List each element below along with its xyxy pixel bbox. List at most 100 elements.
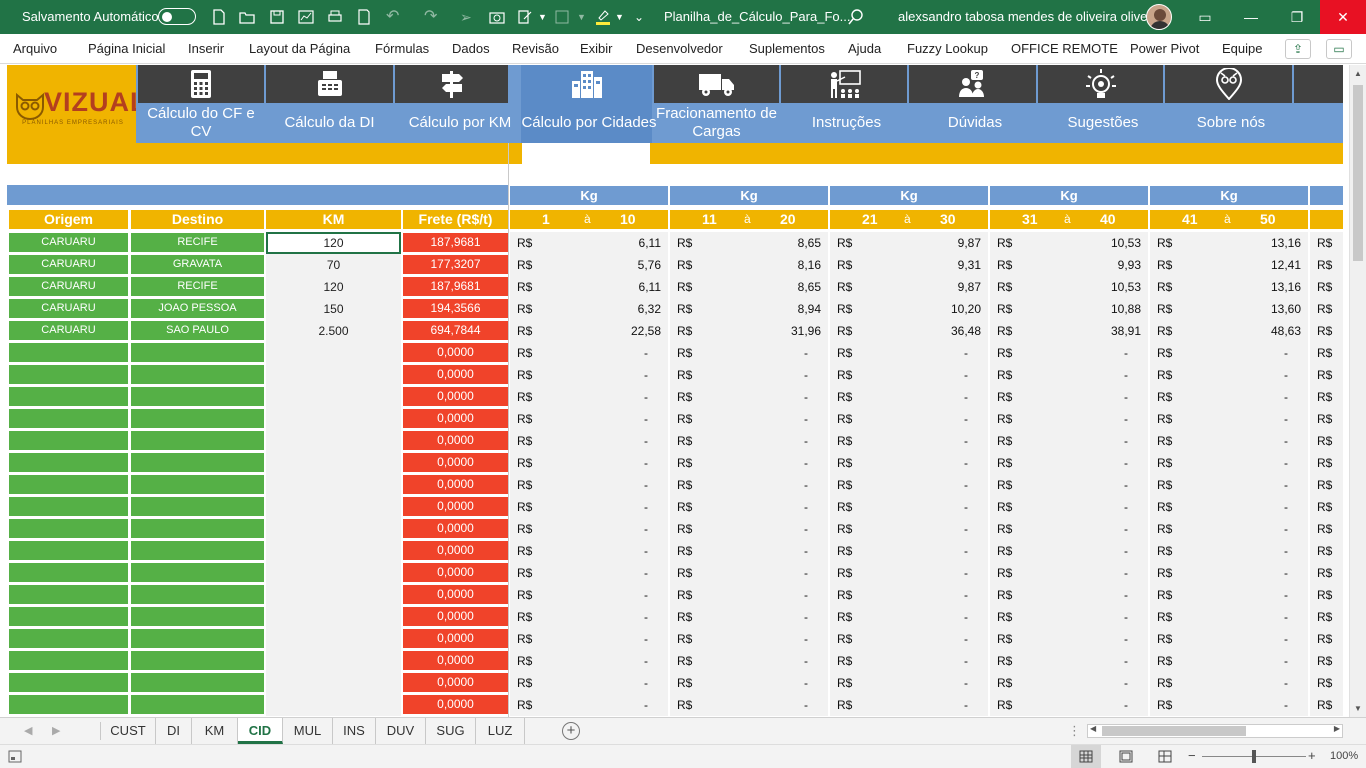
- origem-cell[interactable]: [9, 629, 128, 648]
- destino-cell[interactable]: [131, 453, 264, 472]
- page-layout-icon[interactable]: [1119, 750, 1133, 763]
- price-cell[interactable]: R$ -: [670, 474, 828, 496]
- price-cell[interactable]: R$ -: [830, 540, 988, 562]
- price-cell-partial[interactable]: R$: [1310, 474, 1343, 496]
- price-cell[interactable]: R$ 9,87: [830, 276, 988, 298]
- scroll-up-icon[interactable]: ▲: [1350, 65, 1366, 82]
- origem-cell[interactable]: [9, 519, 128, 538]
- price-cell[interactable]: R$ -: [830, 474, 988, 496]
- autosave-toggle[interactable]: [158, 8, 196, 25]
- nav-more[interactable]: [1294, 65, 1343, 103]
- menu-revisao[interactable]: Revisão: [512, 34, 559, 64]
- price-cell[interactable]: R$ -: [990, 430, 1148, 452]
- zoom-slider-thumb[interactable]: [1252, 750, 1256, 763]
- origem-cell[interactable]: CARUARU: [9, 299, 128, 318]
- origem-cell[interactable]: [9, 695, 128, 714]
- price-cell-partial[interactable]: R$: [1310, 562, 1343, 584]
- dropdown-arrow-icon[interactable]: ▼: [538, 0, 547, 34]
- menu-desenvolvedor[interactable]: Desenvolvedor: [636, 34, 723, 64]
- price-cell[interactable]: R$ -: [990, 584, 1148, 606]
- destino-cell[interactable]: [131, 387, 264, 406]
- avatar[interactable]: [1146, 4, 1172, 30]
- destino-cell[interactable]: [131, 519, 264, 538]
- price-cell[interactable]: R$ -: [1150, 364, 1308, 386]
- price-cell[interactable]: R$ -: [830, 628, 988, 650]
- price-cell[interactable]: R$ -: [670, 650, 828, 672]
- price-cell-partial[interactable]: R$: [1310, 430, 1343, 452]
- frete-cell[interactable]: 0,0000: [403, 409, 508, 428]
- tab-cust[interactable]: CUST: [101, 718, 156, 744]
- destino-cell[interactable]: [131, 585, 264, 604]
- origem-cell[interactable]: [9, 475, 128, 494]
- zoom-in-icon[interactable]: +: [1308, 748, 1316, 763]
- price-cell-partial[interactable]: R$: [1310, 276, 1343, 298]
- price-cell-partial[interactable]: R$: [1310, 694, 1343, 716]
- price-cell-partial[interactable]: R$: [1310, 408, 1343, 430]
- menu-layout-da-pagina[interactable]: Layout da Página: [249, 34, 350, 64]
- frete-cell[interactable]: 0,0000: [403, 365, 508, 384]
- share-icon[interactable]: ⇪: [1285, 39, 1311, 59]
- menu-exibir[interactable]: Exibir: [580, 34, 613, 64]
- redo-icon[interactable]: ↷: [424, 0, 437, 34]
- frete-cell[interactable]: 0,0000: [403, 431, 508, 450]
- splitter-icon[interactable]: ⋮: [1068, 718, 1081, 744]
- price-cell[interactable]: R$ 12,41: [1150, 254, 1308, 276]
- price-cell[interactable]: R$ 5,76: [510, 254, 668, 276]
- price-cell[interactable]: R$ 10,20: [830, 298, 988, 320]
- origem-cell[interactable]: [9, 387, 128, 406]
- origem-cell[interactable]: [9, 607, 128, 626]
- price-cell[interactable]: R$ -: [830, 452, 988, 474]
- form-icon[interactable]: [516, 8, 534, 26]
- price-cell[interactable]: R$ -: [1150, 540, 1308, 562]
- new-file-icon[interactable]: [210, 8, 228, 26]
- menu-inserir[interactable]: Inserir: [188, 34, 224, 64]
- price-cell[interactable]: R$ -: [670, 342, 828, 364]
- price-cell[interactable]: R$ -: [1150, 430, 1308, 452]
- highlight-icon[interactable]: [594, 8, 612, 26]
- open-folder-icon[interactable]: [238, 8, 256, 26]
- destino-cell[interactable]: [131, 431, 264, 450]
- origem-cell[interactable]: [9, 585, 128, 604]
- tab-cid[interactable]: CID: [238, 718, 283, 744]
- price-cell[interactable]: R$ -: [670, 584, 828, 606]
- price-cell[interactable]: R$ -: [830, 584, 988, 606]
- km-cell[interactable]: 150: [266, 298, 401, 320]
- camera-icon[interactable]: [488, 8, 506, 26]
- destino-cell[interactable]: [131, 607, 264, 626]
- price-cell-partial[interactable]: R$: [1310, 320, 1343, 342]
- price-cell[interactable]: R$ 38,91: [990, 320, 1148, 342]
- page-break-icon[interactable]: [1158, 750, 1172, 763]
- frete-cell[interactable]: 0,0000: [403, 607, 508, 626]
- origem-cell[interactable]: [9, 651, 128, 670]
- price-cell[interactable]: R$ -: [990, 474, 1148, 496]
- minimize-icon[interactable]: —: [1228, 0, 1274, 34]
- menu-suplementos[interactable]: Suplementos: [749, 34, 825, 64]
- frete-cell[interactable]: 0,0000: [403, 519, 508, 538]
- horizontal-scrollbar[interactable]: ◀ ▶: [1087, 724, 1343, 738]
- origem-cell[interactable]: [9, 541, 128, 560]
- price-cell-partial[interactable]: R$: [1310, 672, 1343, 694]
- price-cell[interactable]: R$ 8,65: [670, 276, 828, 298]
- origem-cell[interactable]: CARUARU: [9, 277, 128, 296]
- tab-km[interactable]: KM: [192, 718, 238, 744]
- menu-equipe[interactable]: Equipe: [1222, 34, 1262, 64]
- menu-power-pivot[interactable]: Power Pivot: [1130, 34, 1199, 64]
- destino-cell[interactable]: JOAO PESSOA: [131, 299, 264, 318]
- price-cell[interactable]: R$ -: [1150, 408, 1308, 430]
- km-cell[interactable]: [266, 518, 401, 540]
- price-cell[interactable]: R$ 13,16: [1150, 232, 1308, 254]
- frete-cell[interactable]: 187,9681: [403, 277, 508, 296]
- price-cell-partial[interactable]: R$: [1310, 386, 1343, 408]
- price-cell[interactable]: R$ -: [510, 496, 668, 518]
- price-cell[interactable]: R$ -: [510, 672, 668, 694]
- frete-cell[interactable]: 0,0000: [403, 651, 508, 670]
- price-cell[interactable]: R$ -: [830, 672, 988, 694]
- price-cell[interactable]: R$ -: [990, 672, 1148, 694]
- price-cell[interactable]: R$ 9,31: [830, 254, 988, 276]
- frete-cell[interactable]: 0,0000: [403, 343, 508, 362]
- document-icon[interactable]: [355, 8, 373, 26]
- price-cell[interactable]: R$ -: [1150, 452, 1308, 474]
- frete-cell[interactable]: 0,0000: [403, 475, 508, 494]
- h-scroll-thumb[interactable]: [1102, 726, 1246, 736]
- price-cell[interactable]: R$ -: [830, 364, 988, 386]
